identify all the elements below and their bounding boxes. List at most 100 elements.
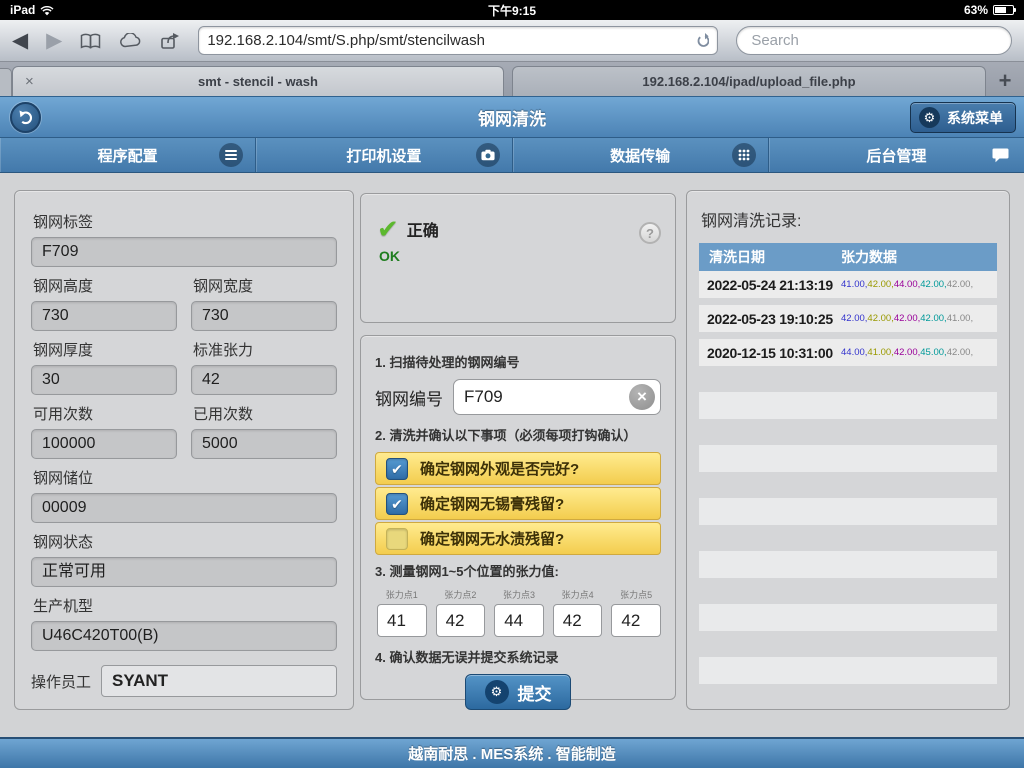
nav-label: 数据传输 <box>610 145 670 166</box>
submit-label: 提交 <box>518 680 552 705</box>
search-field[interactable] <box>736 26 1012 55</box>
browser-back-button[interactable]: ◀ <box>12 30 28 51</box>
field-label: 已用次数 <box>193 403 337 424</box>
max-uses-value: 100000 <box>31 429 177 459</box>
gear-icon: ⚙ <box>919 107 940 128</box>
step1-label: 1. 扫描待处理的钢网编号 <box>375 352 661 371</box>
stencil-tag-value: F709 <box>31 237 337 267</box>
empty-record-row <box>699 445 997 472</box>
system-menu-button[interactable]: ⚙ 系统菜单 <box>910 102 1016 133</box>
column-header-date: 清洗日期 <box>699 247 841 267</box>
check-label: 确定钢网外观是否完好? <box>420 458 579 479</box>
record-date: 2022-05-23 19:10:25 <box>699 311 841 327</box>
field-label: 钢网状态 <box>33 531 337 552</box>
field-label: 钢网高度 <box>33 275 177 296</box>
tension-input-5[interactable] <box>611 604 661 637</box>
checkbox-icon[interactable]: ✔ <box>386 458 408 480</box>
url-text[interactable]: 192.168.2.104/smt/S.php/smt/stencilwash <box>207 32 694 49</box>
chat-bubble-icon <box>988 143 1012 167</box>
success-check-icon: ✔ <box>377 216 399 242</box>
field-label: 标准张力 <box>193 339 337 360</box>
step2-label: 2. 清洗并确认以下事项（必须每项打钩确认） <box>375 425 661 444</box>
tab-upload-file[interactable]: 192.168.2.104/ipad/upload_file.php <box>512 66 986 96</box>
record-row[interactable]: 2022-05-24 21:13:19 41.0042.0044.0042.00… <box>699 271 997 298</box>
icloud-tabs-icon[interactable] <box>119 33 142 48</box>
submit-button[interactable]: ⚙ 提交 <box>465 674 571 710</box>
field-label: 钢网厚度 <box>33 339 177 360</box>
operator-input[interactable] <box>101 665 337 697</box>
tension-point-label: 张力点1 <box>377 588 427 601</box>
record-tension-values: 41.0042.0044.0042.0042.00 <box>841 279 997 290</box>
record-row[interactable]: 2020-12-15 10:31:00 44.0041.0042.0045.00… <box>699 339 997 366</box>
step4-label: 4. 确认数据无误并提交系统记录 <box>375 647 661 666</box>
checkbox-icon[interactable]: ✔ <box>386 493 408 515</box>
tab-title: 192.168.2.104/ipad/upload_file.php <box>642 74 855 89</box>
tension-point-label: 张力点3 <box>494 588 544 601</box>
tension-input-2[interactable] <box>436 604 486 637</box>
app-footer: 越南耐思 . MES系统 . 智能制造 <box>0 737 1024 768</box>
help-icon[interactable]: ? <box>639 222 661 244</box>
empty-record-row <box>699 604 997 631</box>
stencil-width-value: 730 <box>191 301 337 331</box>
nav-item-admin[interactable]: 后台管理 <box>769 138 1024 172</box>
tab-stencil-wash[interactable]: × smt - stencil - wash <box>12 66 504 96</box>
stencil-height-value: 730 <box>31 301 177 331</box>
record-tension-values: 44.0041.0042.0045.0042.00 <box>841 347 997 358</box>
tab-close-icon[interactable]: × <box>25 73 34 90</box>
standard-tension-value: 42 <box>191 365 337 395</box>
ios-status-bar: iPad 下午9:15 63% <box>0 0 1024 20</box>
stencil-number-label: 钢网编号 <box>375 385 443 410</box>
column-header-tension: 张力数据 <box>841 247 997 267</box>
share-icon[interactable] <box>160 32 180 50</box>
record-row[interactable]: 2022-05-23 19:10:25 42.0042.0042.0042.00… <box>699 305 997 332</box>
nav-item-printer-settings[interactable]: 打印机设置 <box>256 138 512 172</box>
check-item-water-stain[interactable]: ✔ 确定钢网无水渍残留? <box>375 522 661 555</box>
browser-toolbar: ◀ ▶ 192.168.2.104/smt/S.php/smt/stencilw… <box>0 20 1024 62</box>
stencil-info-panel: 钢网标签 F709 钢网高度 730 钢网宽度 730 钢网厚度 30 标准张力… <box>14 190 354 710</box>
tension-point-label: 张力点2 <box>436 588 486 601</box>
stencil-thickness-value: 30 <box>31 365 177 395</box>
tension-point-label: 张力点4 <box>553 588 603 601</box>
record-date: 2020-12-15 10:31:00 <box>699 345 841 361</box>
clear-input-icon[interactable]: × <box>629 384 655 410</box>
stencil-status-value: 正常可用 <box>31 557 337 587</box>
url-field[interactable]: 192.168.2.104/smt/S.php/smt/stencilwash <box>198 26 718 55</box>
records-table: 清洗日期 张力数据 2022-05-24 21:13:19 41.0042.00… <box>699 243 997 684</box>
record-tension-values: 42.0042.0042.0042.0041.00 <box>841 313 997 324</box>
checkbox-icon[interactable]: ✔ <box>386 528 408 550</box>
check-item-solder-paste[interactable]: ✔ 确定钢网无锡膏残留? <box>375 487 661 520</box>
storage-slot-value: 00009 <box>31 493 337 523</box>
camera-icon <box>476 143 500 167</box>
system-menu-label: 系统菜单 <box>947 108 1003 128</box>
records-header-row: 清洗日期 张力数据 <box>699 243 997 271</box>
check-label: 确定钢网无锡膏残留? <box>420 493 564 514</box>
empty-record-row <box>699 498 997 525</box>
new-tab-button[interactable]: + <box>986 66 1024 96</box>
check-item-appearance[interactable]: ✔ 确定钢网外观是否完好? <box>375 452 661 485</box>
nav-item-program-config[interactable]: 程序配置 <box>0 138 256 172</box>
battery-percent: 63% <box>964 3 988 17</box>
check-label: 确定钢网无水渍残留? <box>420 528 564 549</box>
tension-input-1[interactable] <box>377 604 427 637</box>
record-date: 2022-05-24 21:13:19 <box>699 277 841 293</box>
nav-label: 打印机设置 <box>346 145 421 166</box>
app-header: 钢网清洗 ⚙ 系统菜单 <box>0 96 1024 137</box>
empty-record-row <box>699 551 997 578</box>
wash-records-panel: 钢网清洗记录: 清洗日期 张力数据 2022-05-24 21:13:19 41… <box>686 190 1010 710</box>
field-label: 钢网标签 <box>33 211 337 232</box>
tension-input-4[interactable] <box>553 604 603 637</box>
empty-record-row <box>699 392 997 419</box>
field-label: 钢网储位 <box>33 467 337 488</box>
tab-title: smt - stencil - wash <box>198 74 318 89</box>
step3-label: 3. 测量钢网1~5个位置的张力值: <box>375 561 661 580</box>
tension-input-3[interactable] <box>494 604 544 637</box>
records-title: 钢网清洗记录: <box>701 207 997 231</box>
used-count-value: 5000 <box>191 429 337 459</box>
bookmarks-icon[interactable] <box>80 33 101 49</box>
nav-item-data-transfer[interactable]: 数据传输 <box>513 138 769 172</box>
wash-form-panel: 1. 扫描待处理的钢网编号 钢网编号 × 2. 清洗并确认以下事项（必须每项打钩… <box>360 335 676 700</box>
reload-icon[interactable] <box>694 33 709 48</box>
browser-forward-button[interactable]: ▶ <box>46 30 62 51</box>
machine-model-value: U46C420T00(B) <box>31 621 337 651</box>
search-input[interactable] <box>751 32 997 49</box>
